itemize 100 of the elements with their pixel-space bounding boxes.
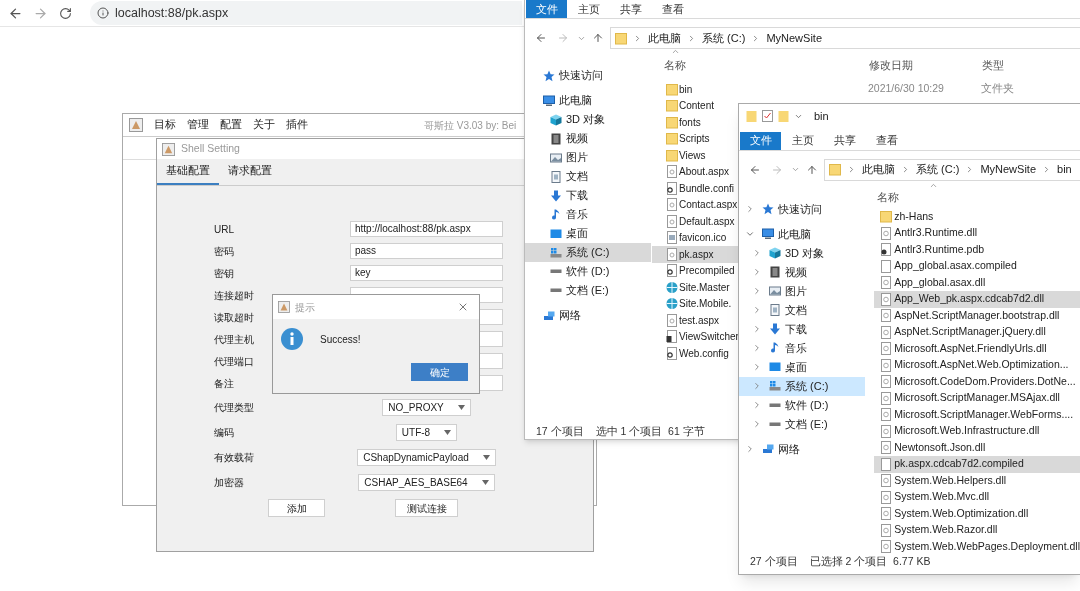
menu-item[interactable]: 管理 xyxy=(187,117,209,133)
forward-icon[interactable] xyxy=(771,163,783,176)
file-row[interactable]: Antlr3.Runtime.dll xyxy=(874,225,1080,242)
chevron-icon[interactable] xyxy=(752,267,762,277)
breadcrumb[interactable]: 系统 (C:) xyxy=(702,29,746,47)
dialog-button[interactable]: 测试连接 xyxy=(395,499,458,517)
nav-item[interactable]: 软件 (D:) xyxy=(525,262,651,281)
recent-icon[interactable] xyxy=(791,165,800,174)
chevron-icon[interactable] xyxy=(752,343,762,353)
nav-item[interactable]: 快速访问 xyxy=(739,199,866,219)
ok-button[interactable]: 确定 xyxy=(411,363,468,381)
file-row[interactable]: System.Web.WebPages.Deployment.dll xyxy=(874,538,1080,555)
chevron-icon[interactable] xyxy=(752,362,762,372)
ribbon-tab[interactable]: 主页 xyxy=(568,0,609,18)
file-row[interactable]: System.Web.Helpers.dll xyxy=(874,472,1080,489)
nav-item[interactable]: 视频 xyxy=(525,129,651,148)
chevron-icon[interactable] xyxy=(752,381,762,391)
properties-icon[interactable] xyxy=(762,110,773,123)
breadcrumb[interactable]: 系统 (C:) xyxy=(916,161,960,178)
dropdown[interactable]: CSHAP_AES_BASE64 xyxy=(358,473,495,491)
file-row[interactable]: Site.Master xyxy=(652,279,738,296)
file-row[interactable]: fonts xyxy=(652,114,738,131)
file-row[interactable]: Web.config xyxy=(652,345,738,362)
file-row[interactable]: ViewSwitcher xyxy=(652,328,738,345)
nav-item[interactable]: 此电脑 xyxy=(739,224,866,244)
up-icon[interactable] xyxy=(806,163,818,176)
nav-item[interactable]: 快速访问 xyxy=(525,66,651,85)
ribbon-tab[interactable]: 共享 xyxy=(610,0,651,18)
input-field[interactable]: pass xyxy=(350,243,503,259)
nav-item[interactable]: 文档 (E:) xyxy=(525,281,651,300)
file-row[interactable]: Microsoft.Web.Infrastructure.dll xyxy=(874,423,1080,440)
chevron-icon[interactable] xyxy=(752,305,762,315)
file-row[interactable]: favicon.ico xyxy=(652,229,738,246)
nav-item[interactable]: 3D 对象 xyxy=(525,110,651,129)
ribbon-tab[interactable]: 查看 xyxy=(866,131,907,150)
file-row[interactable]: Site.Mobile. xyxy=(652,295,738,312)
column-header[interactable]: 类型 xyxy=(982,57,1004,74)
file-row[interactable]: Default.aspx xyxy=(652,213,738,230)
tab[interactable]: 请求配置 xyxy=(219,159,281,185)
file-row[interactable]: System.Web.Optimization.dll xyxy=(874,505,1080,522)
file-row[interactable]: pk.aspx xyxy=(652,246,738,263)
nav-item[interactable]: 音乐 xyxy=(525,205,651,224)
file-row[interactable]: Precompiled xyxy=(652,262,738,279)
file-row[interactable]: zh-Hans xyxy=(874,208,1080,225)
file-row[interactable]: Views xyxy=(652,147,738,164)
chevron-icon[interactable] xyxy=(752,400,762,410)
nav-item[interactable]: 网络 xyxy=(525,306,651,325)
input-field[interactable]: key xyxy=(350,265,503,281)
ribbon-tab[interactable]: 主页 xyxy=(782,131,823,150)
file-row[interactable]: Microsoft.AspNet.FriendlyUrls.dll xyxy=(874,340,1080,357)
file-tab[interactable]: 文件 xyxy=(740,131,781,150)
tab[interactable]: 基础配置 xyxy=(157,159,219,185)
address-bar[interactable]: 此电脑 系统 (C:) MyNewSite bin xyxy=(824,158,1080,181)
nav-item[interactable]: 下载 xyxy=(739,319,866,339)
close-icon[interactable] xyxy=(457,301,469,313)
file-row[interactable]: Contact.aspx xyxy=(652,196,738,213)
menu-item[interactable]: 插件 xyxy=(286,117,308,133)
file-tab[interactable]: 文件 xyxy=(526,0,567,18)
column-header[interactable]: 名称 xyxy=(664,57,869,74)
chevron-icon[interactable] xyxy=(752,286,762,296)
nav-item[interactable]: 桌面 xyxy=(739,357,866,377)
forward-icon[interactable] xyxy=(33,5,48,21)
chevron-icon[interactable] xyxy=(745,204,755,214)
ribbon-tab[interactable]: 查看 xyxy=(652,0,693,18)
chevron-icon[interactable] xyxy=(745,229,755,239)
nav-item[interactable]: 3D 对象 xyxy=(739,243,866,263)
file-row[interactable]: Microsoft.ScriptManager.WebForms.... xyxy=(874,406,1080,423)
file-row[interactable]: pk.aspx.cdcab7d2.compiled xyxy=(874,456,1080,473)
file-row[interactable]: Bundle.confi xyxy=(652,180,738,197)
nav-item[interactable]: 视频 xyxy=(739,262,866,282)
breadcrumb[interactable]: bin xyxy=(1057,161,1072,178)
menu-item[interactable]: 关于 xyxy=(253,117,275,133)
file-row[interactable]: Newtonsoft.Json.dll xyxy=(874,439,1080,456)
nav-item[interactable]: 此电脑 xyxy=(525,91,651,110)
file-row[interactable]: App_global.asax.dll xyxy=(874,274,1080,291)
dropdown[interactable]: CShapDynamicPayload xyxy=(357,448,496,466)
folder-icon[interactable] xyxy=(778,109,789,123)
up-icon[interactable] xyxy=(592,32,604,44)
back-icon[interactable] xyxy=(535,32,547,44)
nav-item[interactable]: 文档 (E:) xyxy=(739,414,866,434)
nav-item[interactable]: 系统 (C:) xyxy=(525,243,651,262)
file-row[interactable]: System.Web.Mvc.dll xyxy=(874,489,1080,506)
address-bar[interactable]: localhost:88/pk.aspx xyxy=(90,1,522,25)
chevron-icon[interactable] xyxy=(745,444,755,454)
file-row[interactable]: Antlr3.Runtime.pdb xyxy=(874,241,1080,258)
address-bar[interactable]: 此电脑 系统 (C:) MyNewSite xyxy=(610,27,1080,49)
column-header[interactable]: 修改日期 xyxy=(869,57,982,74)
breadcrumb[interactable]: MyNewSite xyxy=(766,29,822,47)
nav-item[interactable]: 系统 (C:) xyxy=(739,376,866,396)
dropdown[interactable]: UTF-8 xyxy=(395,423,458,441)
breadcrumb[interactable]: 此电脑 xyxy=(648,29,681,47)
column-header[interactable]: 名称 xyxy=(877,190,900,206)
file-row[interactable]: App_global.asax.compiled xyxy=(874,258,1080,275)
file-row[interactable]: Scripts xyxy=(652,130,738,147)
file-row[interactable]: test.aspx xyxy=(652,312,738,329)
file-row[interactable]: App_Web_pk.aspx.cdcab7d2.dll xyxy=(874,291,1080,308)
file-row[interactable]: Microsoft.ScriptManager.MSAjax.dll xyxy=(874,390,1080,407)
nav-item[interactable]: 下载 xyxy=(525,186,651,205)
nav-item[interactable]: 文档 xyxy=(525,167,651,186)
file-row[interactable]: About.aspx xyxy=(652,163,738,180)
